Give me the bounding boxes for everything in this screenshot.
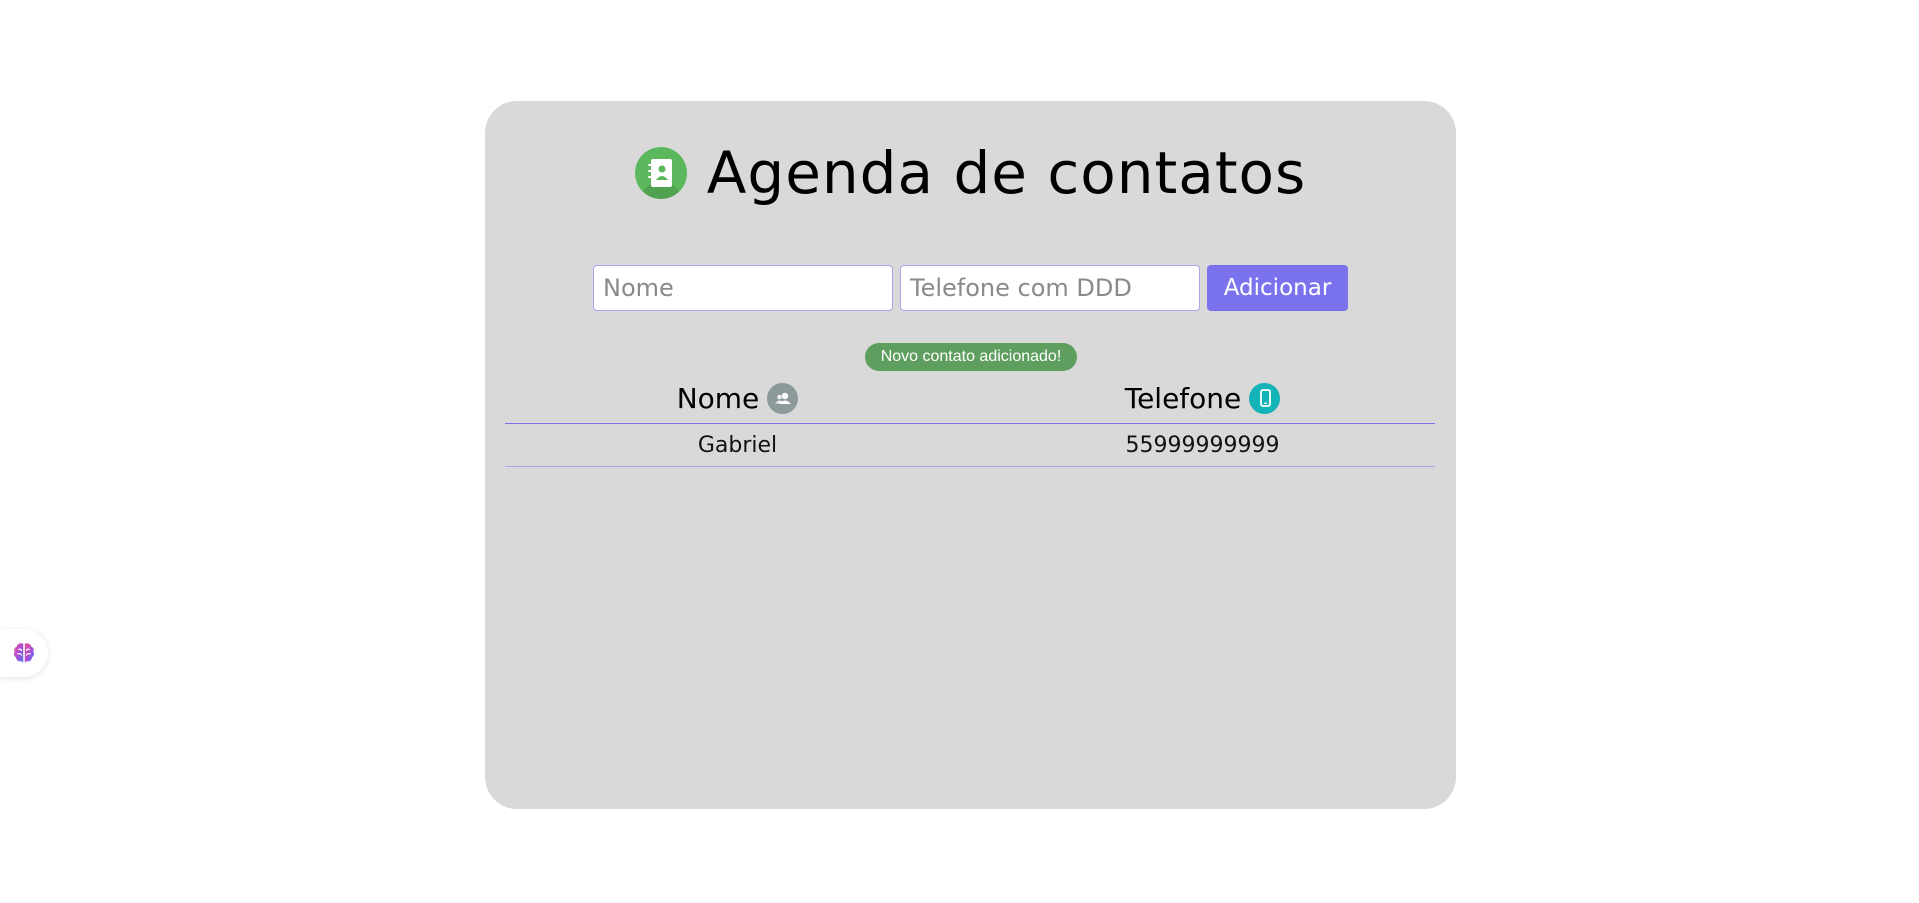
name-input[interactable] — [593, 265, 893, 311]
contact-phone-cell: 55999999999 — [1125, 432, 1280, 458]
phone-column-header: Telefone — [970, 382, 1435, 415]
add-button[interactable]: Adicionar — [1207, 265, 1348, 311]
table-header: Nome Telefone — [505, 373, 1435, 424]
extension-button[interactable] — [0, 629, 48, 677]
phone-header-label: Telefone — [1124, 381, 1242, 415]
phone-input[interactable] — [900, 265, 1200, 311]
contact-name-cell: Gabriel — [697, 432, 778, 458]
add-contact-form: Adicionar — [485, 265, 1456, 311]
contacts-table: Nome Telefone Gabriel 55999999999 — [505, 373, 1435, 467]
table-row: Gabriel 55999999999 — [505, 424, 1435, 467]
address-book-icon — [634, 147, 687, 199]
user-icon — [767, 382, 799, 414]
header: Agenda de contatos — [485, 139, 1456, 207]
contacts-card: Agenda de contatos Adicionar Novo contat… — [485, 101, 1456, 809]
page-title: Agenda de contatos — [706, 139, 1307, 207]
name-column-header: Nome — [505, 382, 970, 415]
success-message: Novo contato adicionado! — [865, 343, 1077, 371]
name-header-label: Nome — [676, 381, 760, 415]
brain-icon — [13, 643, 35, 663]
mobile-phone-icon — [1249, 382, 1281, 414]
